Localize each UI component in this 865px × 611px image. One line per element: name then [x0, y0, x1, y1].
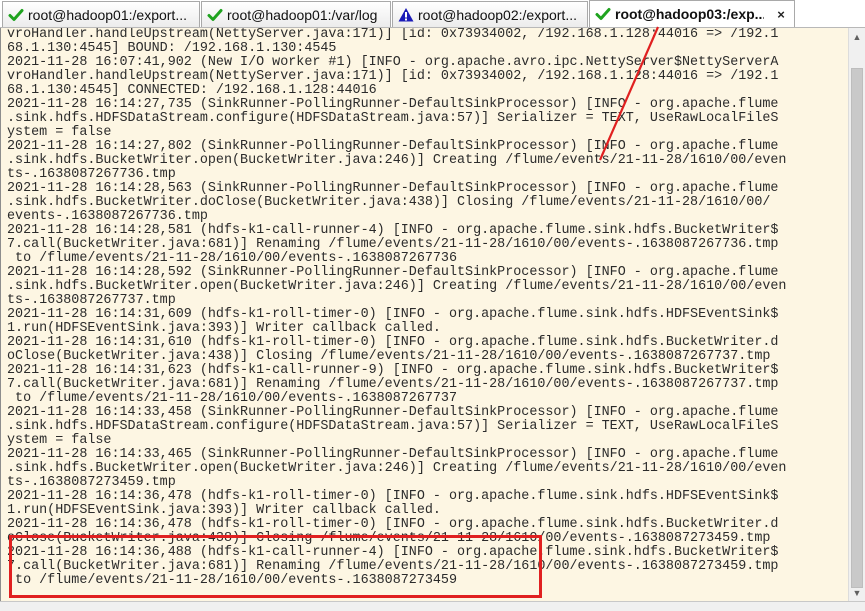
terminal-line: to /flume/events/21-11-28/1610/00/events… — [7, 251, 457, 266]
window-bottom-edge — [0, 601, 865, 611]
terminal-line: 2021-11-28 16:14:36,478 (hdfs-k1-roll-ti… — [7, 489, 779, 504]
scroll-up-button[interactable]: ▲ — [849, 28, 865, 45]
terminal-line: ts-.1638087273459.tmp — [7, 475, 176, 490]
warning-icon — [398, 7, 414, 23]
terminal-line: 1.run(HDFSEventSink.java:393)] Writer ca… — [7, 503, 441, 518]
terminal-line: ystem = false — [7, 433, 112, 448]
tab-hadoop03-export-active[interactable]: root@hadoop03:/exp... × — [589, 0, 795, 27]
terminal-line: 2021-11-28 16:14:36,478 (hdfs-k1-roll-ti… — [7, 517, 779, 532]
tab-hadoop01-export[interactable]: root@hadoop01:/export... — [2, 1, 200, 27]
terminal-line: 2021-11-28 16:14:28,563 (SinkRunner-Poll… — [7, 181, 779, 196]
terminal-line: 2021-11-28 16:14:28,581 (hdfs-k1-call-ru… — [7, 223, 779, 238]
annotation-highlight-box — [9, 535, 542, 598]
terminal-line: vroHandler.handleUpstream(NettyServer.ja… — [7, 69, 779, 84]
terminal-line: 2021-11-28 16:07:41,902 (New I/O worker … — [7, 55, 779, 70]
tab-label: root@hadoop03:/exp... — [615, 6, 765, 22]
close-icon[interactable]: × — [774, 7, 788, 22]
tab-bar: root@hadoop01:/export... root@hadoop01:/… — [0, 0, 865, 28]
scroll-down-button[interactable]: ▼ — [849, 584, 865, 601]
green-check-icon — [595, 6, 611, 22]
terminal-line: .sink.hdfs.HDFSDataStream.configure(HDFS… — [7, 419, 779, 434]
terminal-line: 2021-11-28 16:14:28,592 (SinkRunner-Poll… — [7, 265, 779, 280]
terminal-line: 68.1.130:4545] BOUND: /192.168.1.130:454… — [7, 41, 337, 56]
tab-hadoop01-var-log[interactable]: root@hadoop01:/var/log — [201, 1, 391, 27]
terminal-line: 1.run(HDFSEventSink.java:393)] Writer ca… — [7, 321, 441, 336]
terminal-line: 68.1.130:4545] CONNECTED: /192.168.1.128… — [7, 83, 377, 98]
terminal-line: oClose(BucketWriter.java:438)] Closing /… — [7, 349, 771, 364]
green-check-icon — [8, 7, 24, 23]
terminal-line: 2021-11-28 16:14:31,610 (hdfs-k1-roll-ti… — [7, 335, 779, 350]
terminal-line: 2021-11-28 16:14:27,802 (SinkRunner-Poll… — [7, 139, 779, 154]
terminal-line: 7.call(BucketWriter.java:681)] Renaming … — [7, 377, 779, 392]
terminal-line: .sink.hdfs.BucketWriter.open(BucketWrite… — [7, 153, 787, 168]
terminal-line: .sink.hdfs.HDFSDataStream.configure(HDFS… — [7, 111, 779, 126]
terminal-line: 2021-11-28 16:14:27,735 (SinkRunner-Poll… — [7, 97, 779, 112]
terminal-line: 7.call(BucketWriter.java:681)] Renaming … — [7, 237, 779, 252]
terminal-lines: vroHandler.handleUpstream(NettyServer.ja… — [7, 28, 786, 588]
terminal-line: 2021-11-28 16:14:31,623 (hdfs-k1-call-ru… — [7, 363, 779, 378]
tab-hadoop02-export[interactable]: root@hadoop02:/export... — [392, 1, 588, 27]
terminal-line: .sink.hdfs.BucketWriter.open(BucketWrite… — [7, 461, 787, 476]
terminal-line: 2021-11-28 16:14:33,458 (SinkRunner-Poll… — [7, 405, 779, 420]
tab-label: root@hadoop02:/export... — [418, 6, 577, 23]
terminal-line: events-.1638087267736.tmp — [7, 209, 208, 224]
terminal-line: ts-.1638087267736.tmp — [7, 167, 176, 182]
scrollbar-thumb[interactable] — [851, 68, 863, 588]
terminal-line: .sink.hdfs.BucketWriter.open(BucketWrite… — [7, 279, 787, 294]
terminal-line: 2021-11-28 16:14:33,465 (SinkRunner-Poll… — [7, 447, 779, 462]
tab-label: root@hadoop01:/var/log — [227, 6, 378, 23]
terminal-line: 2021-11-28 16:14:31,609 (hdfs-k1-roll-ti… — [7, 307, 779, 322]
terminal-line: to /flume/events/21-11-28/1610/00/events… — [7, 391, 457, 406]
terminal-line: ystem = false — [7, 125, 112, 140]
terminal-line: vroHandler.handleUpstream(NettyServer.ja… — [7, 28, 779, 42]
vertical-scrollbar[interactable]: ▲ ▼ — [848, 28, 865, 601]
tab-label: root@hadoop01:/export... — [28, 6, 187, 23]
terminal-line: .sink.hdfs.BucketWriter.doClose(BucketWr… — [7, 195, 771, 210]
terminal-output[interactable]: vroHandler.handleUpstream(NettyServer.ja… — [0, 28, 848, 601]
terminal-line: ts-.1638087267737.tmp — [7, 293, 176, 308]
green-check-icon — [207, 7, 223, 23]
